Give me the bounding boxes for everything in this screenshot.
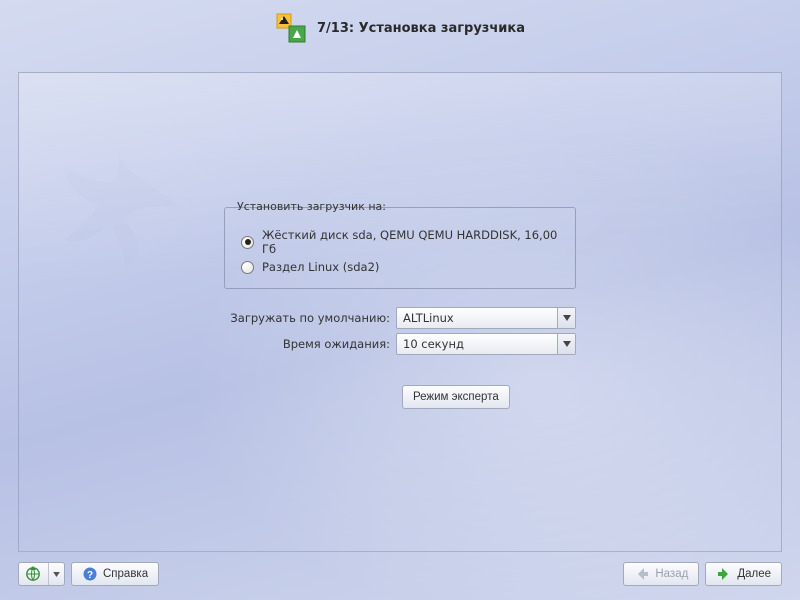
chevron-down-icon <box>48 563 60 585</box>
main-panel: Установить загрузчик на: Жёсткий диск sd… <box>18 72 782 552</box>
globe-arrow-icon <box>25 566 41 582</box>
arrow-left-icon <box>634 566 650 582</box>
page-title: 7/13: Установка загрузчика <box>317 21 525 36</box>
radio-icon <box>241 261 254 274</box>
timeout-combo[interactable]: 10 секунд <box>396 333 576 355</box>
radio-icon <box>241 236 254 249</box>
help-icon: ? <box>82 566 98 582</box>
header: 7/13: Установка загрузчика <box>0 0 800 56</box>
arrow-right-icon <box>716 566 732 582</box>
language-menu-button[interactable] <box>18 562 65 586</box>
help-button[interactable]: ? Справка <box>71 562 159 586</box>
footer: ? Справка Назад Далее <box>18 562 782 586</box>
default-boot-value: ALTLinux <box>397 311 557 325</box>
next-button[interactable]: Далее <box>705 562 782 586</box>
back-label: Назад <box>655 568 688 580</box>
expert-mode-label: Режим эксперта <box>413 391 499 403</box>
install-target-group: Установить загрузчик на: Жёсткий диск sd… <box>224 207 576 289</box>
chevron-down-icon <box>557 334 575 354</box>
timeout-value: 10 секунд <box>397 337 557 351</box>
chevron-down-icon <box>557 308 575 328</box>
next-label: Далее <box>737 568 771 580</box>
default-boot-combo[interactable]: ALTLinux <box>396 307 576 329</box>
radio-option-disk[interactable]: Жёсткий диск sda, QEMU QEMU HARDDISK, 16… <box>241 228 565 256</box>
help-label: Справка <box>103 568 148 580</box>
timeout-label: Время ожидания: <box>224 337 396 351</box>
expert-mode-button[interactable]: Режим эксперта <box>402 385 510 409</box>
radio-label: Раздел Linux (sda2) <box>262 260 379 274</box>
installer-step-icon <box>275 12 307 44</box>
svg-text:?: ? <box>87 570 93 581</box>
install-target-group-title: Установить загрузчик на: <box>233 200 390 213</box>
default-boot-label: Загружать по умолчанию: <box>224 311 396 325</box>
radio-option-partition[interactable]: Раздел Linux (sda2) <box>241 260 565 274</box>
radio-label: Жёсткий диск sda, QEMU QEMU HARDDISK, 16… <box>262 228 565 256</box>
back-button[interactable]: Назад <box>623 562 699 586</box>
